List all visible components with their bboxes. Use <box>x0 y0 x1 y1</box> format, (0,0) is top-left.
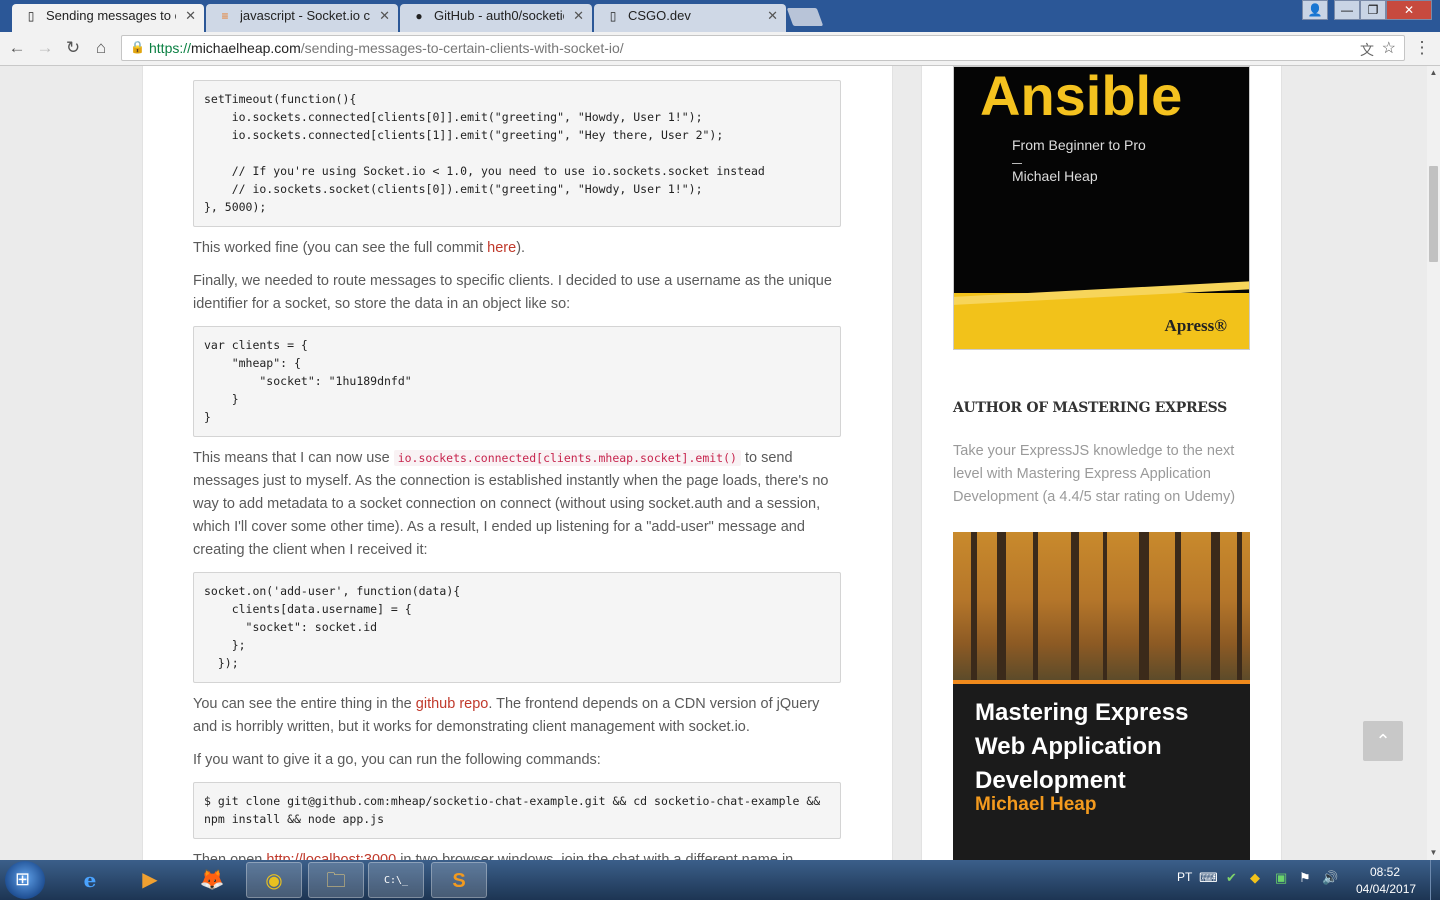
code-block-timeout: setTimeout(function(){ io.sockets.connec… <box>193 80 841 227</box>
sidebar-heading: AUTHOR OF MASTERING EXPRESS <box>953 400 1227 416</box>
tab-sending-messages[interactable]: ▯ Sending messages to cer ✕ <box>12 4 204 32</box>
paragraph-commit: This worked fine (you can see the full c… <box>193 237 843 260</box>
new-tab-button[interactable] <box>786 8 824 26</box>
cover-body: Mastering Express Web Application Develo… <box>953 684 1250 860</box>
paragraph-open-localhost: Then open http://localhost:3000 in two b… <box>193 849 843 860</box>
page-viewport: setTimeout(function(){ io.sockets.connec… <box>0 66 1427 860</box>
sublime-text-icon[interactable]: S <box>431 862 487 898</box>
tab-title: Sending messages to cer <box>46 8 176 23</box>
file-explorer-icon[interactable]: 🗀 <box>308 862 364 898</box>
stackoverflow-icon: ≡ <box>221 9 229 23</box>
firefox-icon[interactable]: 🦊 <box>184 862 240 898</box>
reload-icon[interactable]: ↻ <box>62 37 84 59</box>
text: to send messages just to myself. As the … <box>193 450 829 558</box>
code-block-git-clone: $ git clone git@github.com:mheap/socketi… <box>193 782 841 839</box>
back-to-top-button[interactable]: ⌃ <box>1363 721 1403 761</box>
tab-github[interactable]: ● GitHub - auth0/socketio- ✕ <box>400 4 592 32</box>
internet-explorer-icon[interactable]: e <box>62 862 118 898</box>
book-author: Michael Heap <box>975 794 1097 815</box>
publisher-logo: Apress® <box>1164 316 1227 335</box>
clock-date[interactable]: 04/04/2017 <box>1356 882 1416 896</box>
page-icon: ▯ <box>27 9 35 23</box>
paragraph-github-repo: You can see the entire thing in the gith… <box>193 693 843 739</box>
divider <box>1012 163 1022 164</box>
security-icon[interactable]: ✔ <box>1226 870 1237 886</box>
sidebar: Ansible From Beginner to Pro Michael Hea… <box>921 66 1282 860</box>
mastering-express-book-cover[interactable]: Mastering Express Web Application Develo… <box>953 532 1250 860</box>
windows-taskbar: ⊞ e ▶ 🦊 ◉ 🗀 C:\_ S PT ⌨ ✔ ◆ ▣ ⚑ 🔊 08:52 … <box>0 860 1440 900</box>
text: You can see the entire thing in the <box>193 696 416 712</box>
user-icon[interactable]: 👤 <box>1302 0 1328 20</box>
book-subtitle: From Beginner to Pro <box>1012 137 1146 153</box>
lock-icon: 🔒 <box>130 40 145 54</box>
vertical-scrollbar[interactable]: ▲ ▼ <box>1427 66 1440 860</box>
close-tab-icon[interactable]: ✕ <box>767 4 778 28</box>
translate-icon[interactable]: 文 <box>1360 40 1374 60</box>
menu-icon[interactable]: ⋮ <box>1411 37 1433 59</box>
command-prompt-icon[interactable]: C:\_ <box>368 862 424 898</box>
forest-image <box>953 532 1250 682</box>
book-author: Michael Heap <box>1012 168 1098 184</box>
sidebar-description: Take your ExpressJS knowledge to the nex… <box>953 443 1236 505</box>
github-icon: ● <box>415 9 423 23</box>
browser-toolbar: ← → ↻ ⌂ 🔒 https://michaelheap.com/sendin… <box>0 32 1440 66</box>
keyboard-icon[interactable]: ⌨ <box>1199 870 1218 886</box>
url-host: michaelheap.com <box>191 40 301 56</box>
volume-icon[interactable]: 🔊 <box>1322 870 1338 886</box>
text: This worked fine (you can see the full c… <box>193 240 488 256</box>
scroll-up-arrow-icon[interactable]: ▲ <box>1427 66 1440 80</box>
github-repo-link[interactable]: github repo <box>416 696 489 712</box>
forward-arrow-icon[interactable]: → <box>34 37 56 59</box>
address-bar[interactable]: 🔒 https://michaelheap.com/sending-messag… <box>121 35 1405 61</box>
url-scheme: https:// <box>149 40 192 56</box>
bookmark-star-icon[interactable]: ☆ <box>1382 38 1396 58</box>
localhost-link[interactable]: http://localhost:3000 <box>266 852 396 860</box>
page-icon: ▯ <box>609 9 617 23</box>
tab-strip: ▯ Sending messages to cer ✕ ≡ javascript… <box>0 0 1440 32</box>
minimize-button[interactable]: — <box>1334 0 1360 20</box>
back-arrow-icon[interactable]: ← <box>6 37 28 59</box>
code-block-clients: var clients = { "mheap": { "socket": "1h… <box>193 326 841 437</box>
maximize-button[interactable]: ❐ <box>1360 0 1386 20</box>
close-tab-icon[interactable]: ✕ <box>379 4 390 28</box>
tab-title: CSGO.dev <box>628 8 691 23</box>
media-player-icon[interactable]: ▶ <box>122 862 178 898</box>
tab-stackoverflow[interactable]: ≡ javascript - Socket.io cus ✕ <box>206 4 398 32</box>
clock-time[interactable]: 08:52 <box>1370 865 1400 879</box>
notification-icon[interactable]: ◆ <box>1250 870 1260 886</box>
article-content: setTimeout(function(){ io.sockets.connec… <box>142 66 893 860</box>
ansible-book-cover[interactable]: Ansible From Beginner to Pro Michael Hea… <box>953 66 1250 350</box>
tab-title: GitHub - auth0/socketio- <box>434 8 564 23</box>
paragraph-commands: If you want to give it a go, you can run… <box>193 752 601 768</box>
inline-code: io.sockets.connected[clients.mheap.socke… <box>393 450 741 466</box>
book-title: Mastering Express Web Application Develo… <box>975 699 1189 794</box>
paragraph-route-messages: Finally, we needed to route messages to … <box>193 273 832 312</box>
home-icon[interactable]: ⌂ <box>90 37 112 59</box>
show-desktop-button[interactable] <box>1430 860 1440 900</box>
url-path: /sending-messages-to-certain-clients-wit… <box>300 40 624 56</box>
scroll-down-arrow-icon[interactable]: ▼ <box>1427 846 1440 860</box>
scroll-thumb[interactable] <box>1429 166 1438 262</box>
tab-title: javascript - Socket.io cus <box>240 8 370 23</box>
tab-csgo[interactable]: ▯ CSGO.dev ✕ <box>594 4 786 32</box>
close-tab-icon[interactable]: ✕ <box>185 4 196 28</box>
language-indicator[interactable]: PT <box>1177 870 1192 884</box>
text: This means that I can now use <box>193 450 394 466</box>
book-title: Ansible <box>980 66 1183 127</box>
windows-logo-icon: ⊞ <box>15 869 31 889</box>
code-block-add-user: socket.on('add-user', function(data){ cl… <box>193 572 841 683</box>
text: in two browser windows, join the chat wi… <box>396 852 794 860</box>
start-button[interactable]: ⊞ <box>5 861 45 899</box>
text: ). <box>516 240 526 256</box>
url-text[interactable]: https://michaelheap.com/sending-messages… <box>149 40 624 56</box>
close-tab-icon[interactable]: ✕ <box>573 4 584 28</box>
chrome-icon[interactable]: ◉ <box>246 862 302 898</box>
update-icon[interactable]: ▣ <box>1275 870 1287 886</box>
here-link[interactable]: here <box>487 240 516 256</box>
action-center-icon[interactable]: ⚑ <box>1299 870 1311 886</box>
close-window-button[interactable]: ✕ <box>1386 0 1432 20</box>
text: Then open <box>193 852 267 860</box>
paragraph-emit: This means that I can now use io.sockets… <box>193 447 843 562</box>
